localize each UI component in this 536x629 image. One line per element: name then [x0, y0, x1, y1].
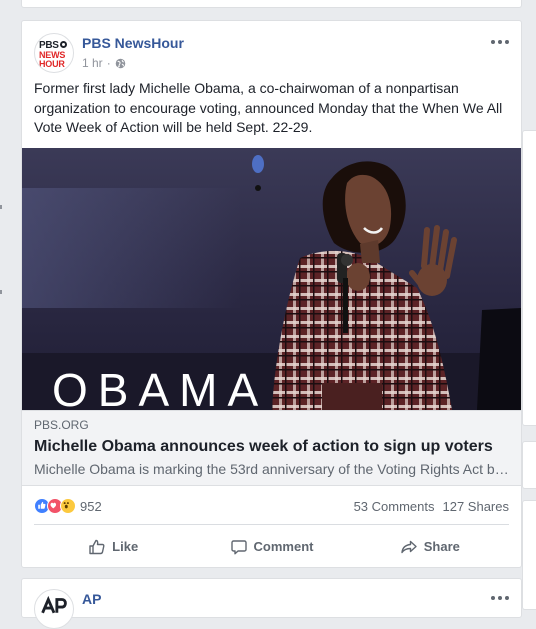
post-actions: Like Comment Share — [34, 531, 509, 563]
post-timestamp[interactable]: 1 hr — [82, 55, 103, 71]
post-text: Former first lady Michelle Obama, a co-c… — [34, 80, 503, 135]
right-column-card — [522, 500, 536, 610]
page-name-link[interactable]: PBS NewsHour — [82, 34, 184, 52]
comment-label: Comment — [253, 539, 314, 554]
comment-button[interactable]: Comment — [192, 531, 350, 563]
meta-separator: · — [106, 56, 111, 70]
like-label: Like — [112, 539, 139, 554]
next-post-page-name[interactable]: AP — [82, 590, 101, 608]
link-description: Michelle Obama is marking the 53rd anniv… — [34, 461, 509, 477]
page-avatar[interactable]: PBS NEWS HOUR — [34, 33, 74, 73]
comments-count-link[interactable]: 53 Comments — [354, 499, 435, 514]
previous-post-bottom — [21, 0, 522, 8]
post-counts: 952 53 Comments 127 Shares — [34, 495, 509, 517]
reactions-summary[interactable]: 952 — [34, 498, 102, 514]
next-post-options-icon[interactable] — [491, 593, 509, 603]
avatar-logo-text: HOUR — [39, 59, 65, 69]
edge-mark — [0, 290, 2, 294]
share-label: Share — [423, 539, 460, 554]
globe-icon[interactable] — [115, 58, 126, 69]
michelle-obama-photo: OBAMA — [22, 148, 521, 410]
like-button[interactable]: Like — [34, 531, 192, 563]
post-meta: 1 hr · — [82, 55, 126, 71]
comment-icon — [230, 540, 247, 555]
actions-divider — [34, 524, 509, 525]
next-feed-post: AP — [21, 578, 522, 629]
share-arrow-icon — [401, 540, 417, 554]
left-column-edge — [0, 0, 4, 603]
edge-mark — [0, 205, 2, 209]
share-button[interactable]: Share — [351, 531, 509, 563]
right-column-edge — [520, 0, 536, 610]
right-column-card — [522, 130, 536, 426]
right-column-card — [522, 441, 536, 489]
next-post-avatar[interactable] — [34, 589, 74, 629]
post-photo[interactable]: OBAMA — [22, 148, 521, 410]
link-title[interactable]: Michelle Obama announces week of action … — [34, 437, 509, 457]
shares-count-link[interactable]: 127 Shares — [443, 499, 510, 514]
thumbs-up-icon — [89, 539, 105, 555]
post-header: PBS NEWS HOUR PBS NewsHour 1 hr · — [34, 33, 509, 73]
reaction-count: 952 — [80, 498, 102, 514]
engagement-counts: 53 Comments 127 Shares — [354, 499, 509, 514]
obama-backdrop-text: OBAMA — [52, 364, 268, 410]
ap-logo-icon — [41, 595, 67, 614]
link-preview[interactable]: PBS.ORG Michelle Obama announces week of… — [22, 410, 521, 486]
wow-reaction-icon — [60, 498, 76, 514]
post-options-icon[interactable] — [491, 37, 509, 47]
feed-post: PBS NEWS HOUR PBS NewsHour 1 hr · Former… — [21, 20, 522, 568]
link-domain: PBS.ORG — [34, 418, 89, 432]
